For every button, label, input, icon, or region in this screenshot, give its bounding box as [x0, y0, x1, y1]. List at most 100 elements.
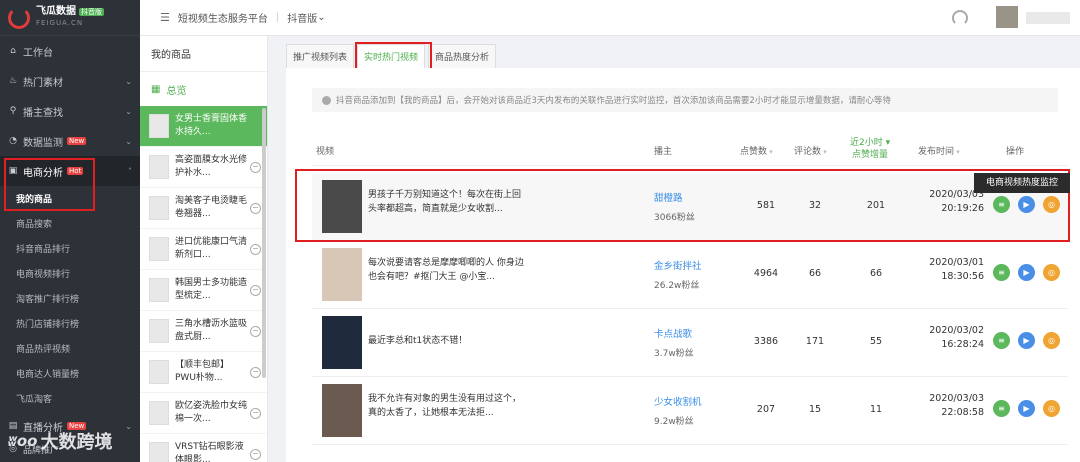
subnav-taoke-rank[interactable]: 淘客推广排行榜 [0, 286, 140, 311]
logo[interactable]: 飞瓜数据 抖音版 FEIGUA.CN [0, 0, 140, 36]
remove-icon[interactable]: − [250, 202, 261, 214]
product-thumb [149, 196, 169, 220]
product-panel-title: 我的商品 [140, 36, 267, 72]
chevron-down-icon[interactable]: ⌄ [317, 12, 325, 23]
anchor-name[interactable]: 金乡街拌社 [654, 258, 702, 272]
nav-item-workbench[interactable]: ⌂ 工作台 [0, 36, 140, 66]
product-item[interactable]: 韩国男士多功能造型梳定... − [140, 270, 267, 311]
anchor-name[interactable]: 卡点战歌 [654, 326, 692, 340]
remove-icon[interactable]: − [250, 366, 261, 378]
subnav-expert-sales-rank[interactable]: 电商达人销量榜 [0, 361, 140, 386]
col-likes[interactable]: 点赞数 [740, 144, 773, 157]
row-actions: ≡ ▶ ◎ [993, 332, 1060, 349]
subnav-hot-store-rank[interactable]: 热门店铺排行榜 [0, 311, 140, 336]
table-row[interactable]: 我不允许有对象的男生没有用过这个，真的太香了，让她根本无法拒... 少女收割机 … [312, 378, 1068, 445]
nav-item-data-monitor[interactable]: ◔ 数据监测 New ⌄ [0, 126, 140, 156]
list-icon[interactable]: ≡ [993, 332, 1010, 349]
product-name: VRST钻石眼影液体眼影... [175, 442, 244, 462]
product-name: 【顺丰包邮】PWU朴物... [175, 360, 230, 383]
subnav-ecom-video-rank[interactable]: 电商视频排行 [0, 261, 140, 286]
menu-icon[interactable]: ☰ [160, 11, 170, 24]
product-item[interactable]: 【顺丰包邮】PWU朴物... − [140, 352, 267, 393]
video-title[interactable]: 最近李总和t1状态不错！ [368, 334, 528, 348]
likes-count: 207 [756, 404, 776, 415]
subnav-hot-review-video[interactable]: 商品热评视频 [0, 336, 140, 361]
table-row[interactable]: 最近李总和t1状态不错！ 卡点战歌 3.7w粉丝 3386 171 55 202… [312, 310, 1068, 377]
main-content: 推广视频列表 实时热门视频 商品热度分析 抖音商品添加到【我的商品】后，会开始对… [278, 36, 1080, 462]
chevron-down-icon: ⌄ [125, 421, 132, 431]
list-icon[interactable]: ≡ [993, 264, 1010, 281]
username-blurred[interactable] [1026, 12, 1070, 24]
watermark-logo-icon: ʬoo [8, 432, 38, 450]
target-icon[interactable]: ◎ [1043, 400, 1060, 417]
col-increment[interactable]: 近2小时 ▾ 点赞增量 [850, 137, 890, 161]
remove-icon[interactable]: − [250, 284, 261, 296]
remove-icon[interactable]: − [250, 407, 261, 419]
publish-date: 2020/03/02 [929, 325, 984, 336]
product-thumb [149, 237, 169, 261]
publish-time: 2020/03/02 16:28:24 [924, 324, 984, 352]
product-item[interactable]: 女男士香膏固体香水持久... [140, 106, 267, 147]
like-increment: 66 [869, 268, 883, 279]
product-item[interactable]: VRST钻石眼影液体眼影... − [140, 434, 267, 462]
subnav-feigua-taoke[interactable]: 飞瓜淘客 [0, 386, 140, 411]
tooltip: 电商视频热度监控 [974, 173, 1070, 193]
logo-sub: FEIGUA.CN [36, 19, 84, 27]
app-root: 飞瓜数据 抖音版 FEIGUA.CN ⌂ 工作台 ♨ 热门素材 ⌄ ⚲ 播主查找 ⌄ ◔ 数据… [0, 0, 1080, 462]
target-icon[interactable]: ◎ [1043, 332, 1060, 349]
product-item[interactable]: 三角水槽沥水篮吸盘式厨... − [140, 311, 267, 352]
tab-heat-analysis[interactable]: 商品热度分析 [428, 44, 497, 68]
product-item[interactable]: 淘美客子电烫睫毛卷翘器... − [140, 188, 267, 229]
product-item[interactable]: 欧亿姿洗脸巾女纯棉一次... − [140, 393, 267, 434]
search-icon: ⚲ [9, 106, 17, 116]
anchor-name[interactable]: 少女收割机 [654, 394, 702, 408]
table-header: 视频 播主 点赞数 评论数 近2小时 ▾点赞增量 发布时间 操作 [312, 134, 1068, 166]
product-item[interactable]: 进口优能康口气清新剂口... − [140, 229, 267, 270]
nav-item-hot-material[interactable]: ♨ 热门素材 ⌄ [0, 66, 140, 96]
chevron-down-icon: ⌄ [125, 106, 132, 116]
remove-icon[interactable]: − [250, 448, 261, 460]
publish-date: 2020/03/01 [929, 257, 984, 268]
target-icon[interactable]: ◎ [1043, 264, 1060, 281]
overview-item[interactable]: ▦ 总览 [140, 72, 267, 106]
remove-icon[interactable]: − [250, 325, 261, 337]
publish-clock: 16:28:24 [941, 339, 984, 350]
publish-time: 2020/03/01 18:30:56 [924, 256, 984, 284]
fans-count: 9.2w粉丝 [654, 417, 694, 427]
subnav-douyin-product-rank[interactable]: 抖音商品排行 [0, 236, 140, 261]
nav-item-anchor-search[interactable]: ⚲ 播主查找 ⌄ [0, 96, 140, 126]
remove-icon[interactable]: − [250, 161, 261, 173]
version-selector[interactable]: 抖音版 [287, 10, 317, 25]
video-thumb[interactable] [322, 248, 362, 301]
video-title[interactable]: 我不允许有对象的男生没有用过这个，真的太香了，让她根本无法拒... [368, 392, 528, 420]
col-publish-time[interactable]: 发布时间 [918, 144, 960, 157]
fire-icon: ♨ [8, 76, 18, 86]
tab-promo-videos[interactable]: 推广视频列表 [286, 44, 355, 68]
subnav-product-search[interactable]: 商品搜索 [0, 211, 140, 236]
comments-count: 171 [805, 336, 825, 347]
comments-count: 66 [808, 268, 822, 279]
col-anchor: 播主 [654, 147, 673, 157]
monitor-icon: ◔ [9, 136, 17, 146]
video-thumb[interactable] [322, 384, 362, 437]
headset-icon[interactable] [952, 10, 968, 26]
list-icon[interactable]: ≡ [993, 400, 1010, 417]
col-comments[interactable]: 评论数 [794, 144, 827, 157]
play-icon[interactable]: ▶ [1018, 400, 1035, 417]
video-title[interactable]: 每次说要请客总是摩摩唧唧的人 你身边也会有吧？#抠门大王 @小宝... [368, 256, 528, 284]
play-icon[interactable]: ▶ [1018, 332, 1035, 349]
play-icon[interactable]: ▶ [1018, 264, 1035, 281]
scrollbar[interactable] [262, 108, 266, 378]
video-thumb[interactable] [322, 316, 362, 369]
overview-label: 总览 [166, 85, 187, 97]
avatar[interactable] [996, 6, 1018, 28]
remove-icon[interactable]: − [250, 243, 261, 255]
product-item[interactable]: 高姿面膜女水光修护补水... − [140, 147, 267, 188]
highlight-box-sidebar [4, 158, 95, 211]
topbar: ☰ 短视频生态服务平台 | 抖音版 ⌄ [140, 0, 1080, 36]
publish-clock: 18:30:56 [941, 271, 984, 282]
product-thumb [149, 401, 169, 425]
publish-date: 2020/03/03 [929, 393, 984, 404]
table-row[interactable]: 每次说要请客总是摩摩唧唧的人 你身边也会有吧？#抠门大王 @小宝... 金乡街拌… [312, 242, 1068, 309]
like-increment: 11 [869, 404, 883, 415]
